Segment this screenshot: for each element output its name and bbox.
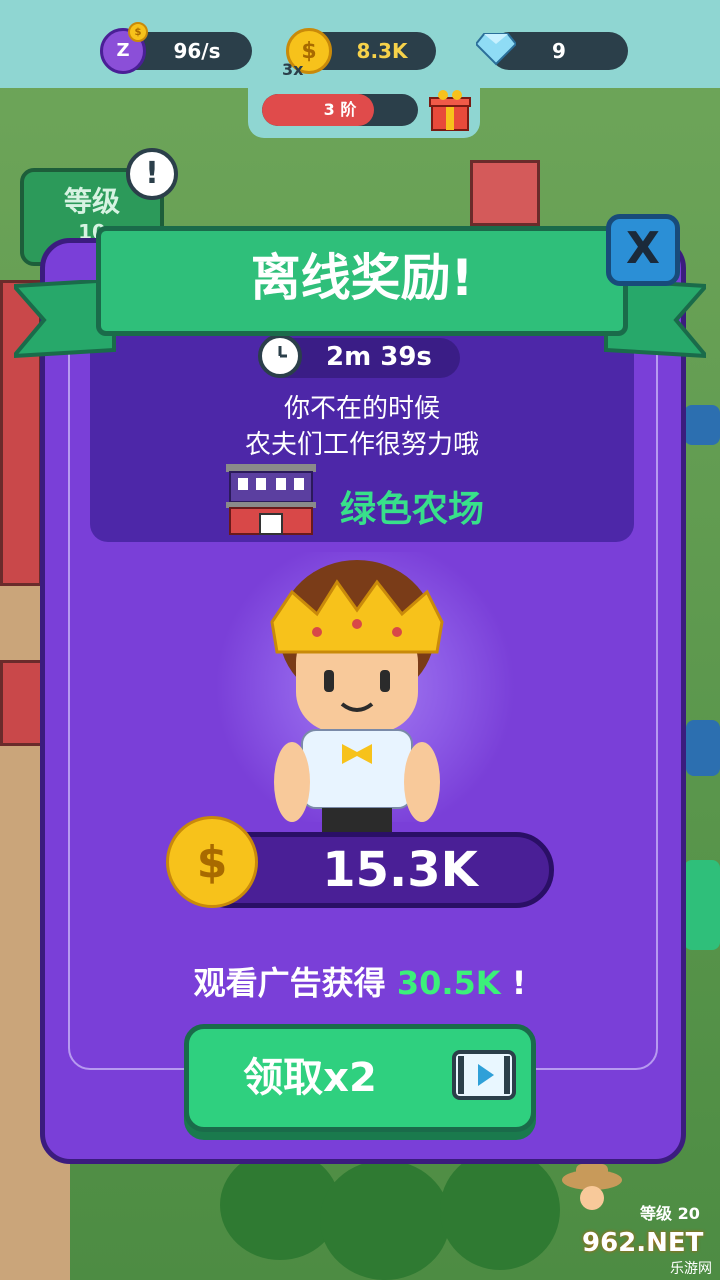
stage-label: 3 阶 xyxy=(323,100,357,119)
alert-icon[interactable]: ! xyxy=(126,148,178,200)
background-building xyxy=(470,160,540,226)
bush xyxy=(320,1160,450,1280)
diamond-icon xyxy=(474,30,518,66)
side-tag xyxy=(684,405,720,445)
watch-suffix: ! xyxy=(500,964,527,1002)
clock-icon xyxy=(258,334,302,378)
claim-button-label: 领取x2 xyxy=(243,1055,377,1101)
video-ad-icon xyxy=(452,1050,516,1100)
dialog-title: 离线奖励! xyxy=(250,249,474,307)
gems-value: 9 xyxy=(552,39,566,63)
side-upgrade-button[interactable] xyxy=(684,860,720,950)
close-icon: X xyxy=(626,223,660,274)
watermark: 962.NET 乐游网 xyxy=(582,1228,718,1278)
message-line1: 你不在的时候 xyxy=(283,394,440,424)
gift-icon[interactable] xyxy=(428,88,472,132)
farm-building-icon xyxy=(222,462,320,536)
side-button[interactable] xyxy=(686,720,720,776)
timer-value: 2m 39s xyxy=(326,342,432,372)
multiplier-label: 3x xyxy=(282,60,304,79)
message-line2: 农夫们工作很努力哦 xyxy=(244,430,479,460)
farm-name: 绿色农场 xyxy=(340,489,485,530)
watch-bonus-value: 30.5K xyxy=(396,964,501,1002)
bush xyxy=(440,1150,560,1270)
stage-progress-bar: 3 阶 xyxy=(262,94,418,126)
watch-prefix: 观看广告获得 xyxy=(193,964,397,1002)
watermark-text: 962.NET xyxy=(582,1228,704,1258)
coin-icon: $ xyxy=(166,816,258,908)
close-button[interactable]: X xyxy=(606,214,680,286)
reward-amount: 15.3K xyxy=(322,842,478,898)
farmer-character xyxy=(262,552,452,832)
idle-rate-value: 96/s xyxy=(173,39,221,63)
small-coin-icon: $ xyxy=(128,22,148,42)
watermark-sub: 乐游网 xyxy=(670,1261,712,1277)
level-tag: 等级 20 xyxy=(640,1204,700,1223)
farmer-hat-character xyxy=(560,1160,624,1210)
watch-ad-text: 观看广告获得 30.5K ! xyxy=(60,958,660,1008)
coins-value: 8.3K xyxy=(356,39,408,63)
